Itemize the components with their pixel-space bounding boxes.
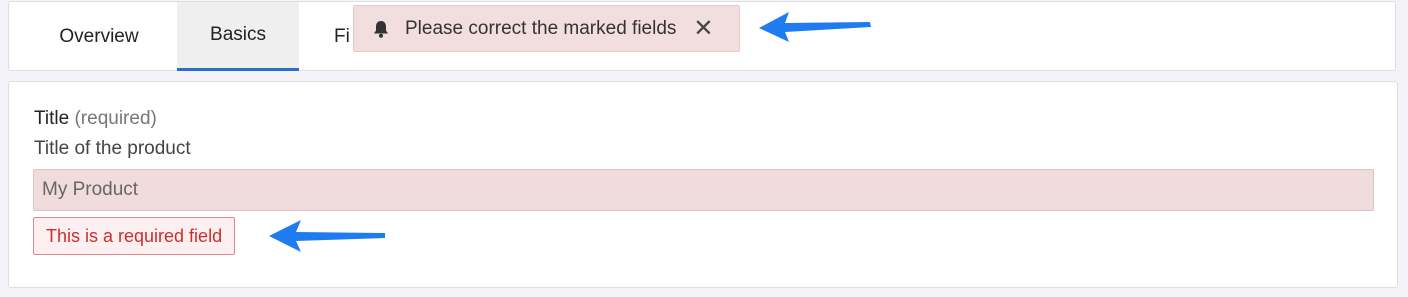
title-input[interactable] <box>33 169 1374 211</box>
field-title-label: Title <box>34 108 70 129</box>
tab-basics[interactable]: Basics <box>177 2 299 71</box>
close-icon[interactable]: ✕ <box>693 16 713 41</box>
annotation-arrow-icon <box>759 12 871 42</box>
field-label: Title (required) <box>34 108 157 130</box>
field-description: Title of the product <box>34 138 191 159</box>
bell-icon <box>371 18 393 40</box>
toast-message: Please correct the marked fields <box>405 17 677 39</box>
field-error-message: This is a required field <box>33 217 236 255</box>
basics-panel: Title (required) Title of the product Th… <box>8 81 1398 288</box>
annotation-arrow-icon <box>269 220 385 252</box>
error-toast: Please correct the marked fields ✕ <box>353 5 740 52</box>
tab-overview[interactable]: Overview <box>29 2 169 71</box>
required-indicator: (required) <box>74 108 157 129</box>
